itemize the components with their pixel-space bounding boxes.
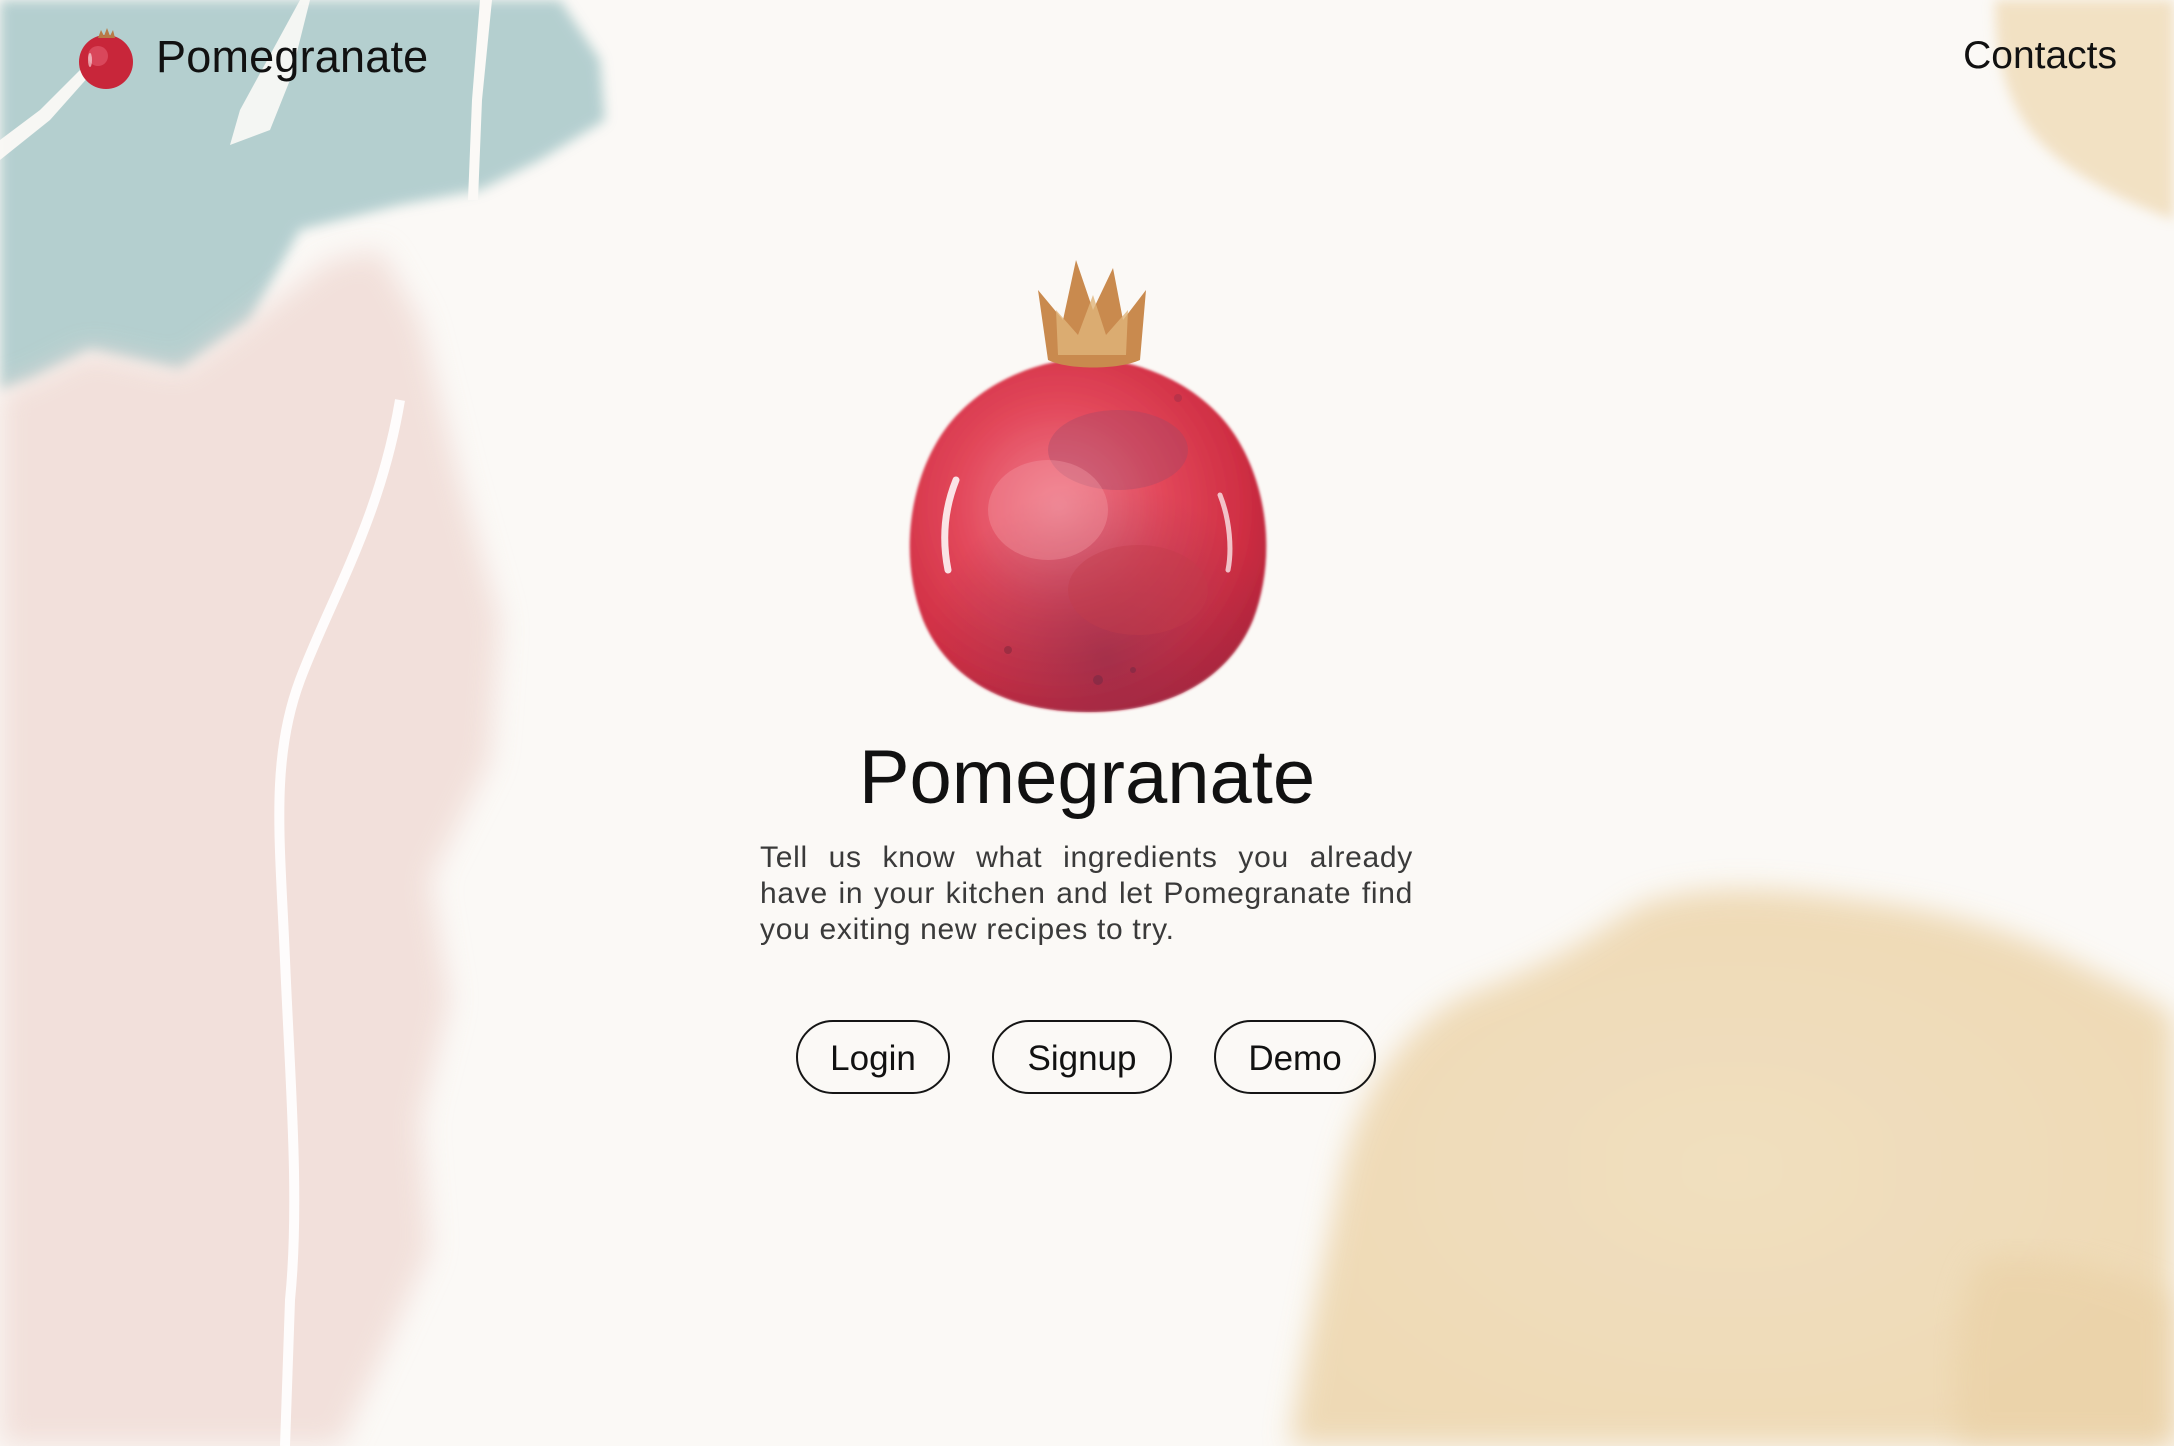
pomegranate-illustration <box>878 250 1298 720</box>
action-buttons: Login Signup Demo <box>0 1020 2174 1098</box>
hero-section: Pomegranate Tell us know what ingredient… <box>0 0 2174 1446</box>
hero-description: Tell us know what ingredients you alread… <box>760 841 1413 946</box>
demo-button[interactable]: Demo <box>1214 1020 1376 1094</box>
login-button[interactable]: Login <box>796 1020 950 1094</box>
signup-button[interactable]: Signup <box>992 1020 1172 1094</box>
hero-title: Pomegranate <box>858 735 1316 820</box>
